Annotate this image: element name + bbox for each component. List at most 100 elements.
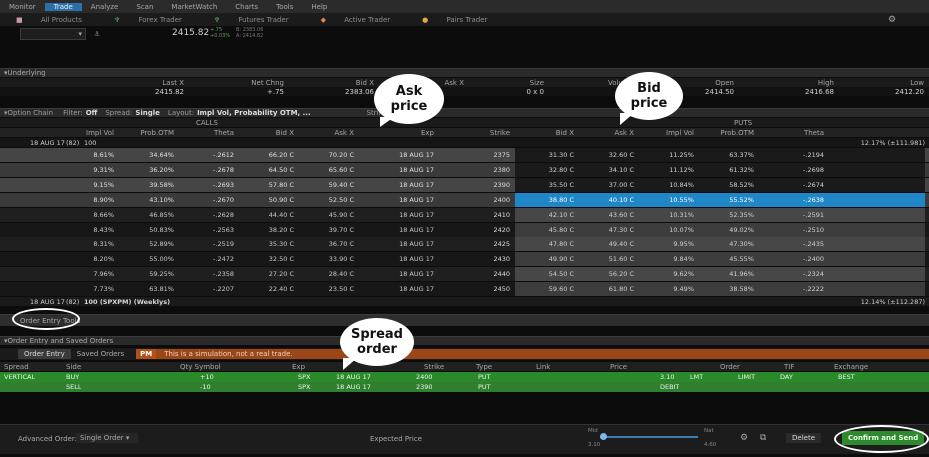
- order-cell-sym[interactable]: SPX: [298, 383, 311, 391]
- chain-col-header[interactable]: Theta: [180, 129, 234, 137]
- order-cell-qty[interactable]: -10: [200, 383, 211, 391]
- option-row[interactable]: 9.31% 36.20% -.2678 64.50 C 65.60 C 18 AUG 17…: [0, 162, 929, 177]
- gear-icon[interactable]: ⚙: [740, 433, 748, 443]
- order-cell-exchange[interactable]: BEST: [838, 373, 855, 381]
- call-cell-bid[interactable]: 38.20 C: [240, 226, 294, 234]
- menu-tools[interactable]: Tools: [267, 3, 302, 11]
- chain-col-header[interactable]: Theta: [770, 129, 824, 137]
- call-cell-ask[interactable]: 45.90 C: [300, 211, 354, 219]
- call-cell-bid[interactable]: 32.50 C: [240, 255, 294, 263]
- option-row[interactable]: 8.90% 43.10% -.2670 50.90 C 52.50 C 18 AUG 17…: [0, 192, 929, 207]
- chain-col-header[interactable]: Bid X: [520, 129, 574, 137]
- call-cell-bid[interactable]: 66.20 C: [240, 151, 294, 159]
- put-cell-pask[interactable]: 49.40 C: [580, 240, 634, 248]
- call-cell-bid[interactable]: 44.40 C: [240, 211, 294, 219]
- put-cell-pask[interactable]: 32.60 C: [580, 151, 634, 159]
- put-cell-pbid[interactable]: 31.30 C: [520, 151, 574, 159]
- order-cell-price[interactable]: 3.10: [660, 373, 674, 381]
- toolbar-all-products[interactable]: ■ All Products: [0, 16, 98, 24]
- put-cell-pask[interactable]: 56.20 C: [580, 270, 634, 278]
- chain-col-header[interactable]: Bid X: [240, 129, 294, 137]
- price-slider[interactable]: [600, 436, 698, 438]
- call-cell-bid[interactable]: 50.90 C: [240, 196, 294, 204]
- put-cell-pask[interactable]: 43.60 C: [580, 211, 634, 219]
- filter-value[interactable]: Off: [86, 109, 98, 117]
- chain-col-header[interactable]: Exp: [380, 129, 434, 137]
- menu-scan[interactable]: Scan: [127, 3, 162, 11]
- copy-icon[interactable]: ⧉: [760, 433, 766, 443]
- menu-analyze[interactable]: Analyze: [82, 3, 128, 11]
- chain-col-header[interactable]: Impl Vol: [60, 129, 114, 137]
- menu-trade[interactable]: Trade: [44, 2, 82, 11]
- toolbar-forex-trader[interactable]: ♆ Forex Trader: [98, 16, 198, 24]
- chain-col-header[interactable]: Prob.OTM: [120, 129, 174, 137]
- call-cell-ask[interactable]: 59.40 C: [300, 181, 354, 189]
- put-cell-pask[interactable]: 47.30 C: [580, 226, 634, 234]
- option-row[interactable]: 9.15% 39.58% -.2693 57.80 C 59.40 C 18 AUG 17…: [0, 177, 929, 192]
- call-cell-ask[interactable]: 52.50 C: [300, 196, 354, 204]
- menu-marketwatch[interactable]: MarketWatch: [162, 3, 226, 11]
- call-cell-ask[interactable]: 28.40 C: [300, 270, 354, 278]
- put-cell-pbid[interactable]: 45.80 C: [520, 226, 574, 234]
- order-cell-side[interactable]: BUY: [66, 373, 79, 381]
- option-row[interactable]: 8.66% 46.85% -.2628 44.40 C 45.90 C 18 AUG 17…: [0, 207, 929, 222]
- option-row[interactable]: 8.20% 55.00% -.2472 32.50 C 33.90 C 18 AUG 17…: [0, 252, 929, 267]
- menu-monitor[interactable]: Monitor: [0, 3, 45, 11]
- call-cell-ask[interactable]: 33.90 C: [300, 255, 354, 263]
- call-cell-ask[interactable]: 23.50 C: [300, 285, 354, 293]
- chain-col-header[interactable]: Ask X: [300, 129, 354, 137]
- chain-col-header[interactable]: Prob.OTM: [700, 129, 754, 137]
- call-cell-ask[interactable]: 70.20 C: [300, 151, 354, 159]
- chain-col-header[interactable]: Impl Vol: [640, 129, 694, 137]
- tab-order-entry[interactable]: Order Entry: [18, 349, 71, 359]
- link-icon[interactable]: ⚓: [94, 30, 100, 38]
- call-cell-bid[interactable]: 27.20 C: [240, 270, 294, 278]
- spread-value[interactable]: Single: [135, 109, 160, 117]
- menu-help[interactable]: Help: [302, 3, 336, 11]
- series-row-18aug[interactable]: 18 AUG 17 (82) 100 12.17% (±111.981): [0, 138, 929, 147]
- order-entry-tools-bar[interactable]: Order Entry Tools: [0, 314, 929, 326]
- option-row[interactable]: 7.73% 63.81% -.2207 22.40 C 23.50 C 18 AUG 17…: [0, 282, 929, 297]
- put-cell-pask[interactable]: 61.80 C: [580, 285, 634, 293]
- order-cell-exp[interactable]: 18 AUG 17: [336, 373, 371, 381]
- put-cell-pask[interactable]: 37.00 C: [580, 181, 634, 189]
- call-cell-ask[interactable]: 36.70 C: [300, 240, 354, 248]
- order-row[interactable]: VERTICAL BUY +10 SPX 18 AUG 17 2400 PUT 3.10 LMT…: [0, 372, 929, 382]
- order-cell-type[interactable]: PUT: [478, 373, 491, 381]
- underlying-header-bar[interactable]: ▾ Underlying: [0, 68, 929, 77]
- chain-col-header[interactable]: Ask X: [580, 129, 634, 137]
- put-cell-pbid[interactable]: 42.10 C: [520, 211, 574, 219]
- order-cell-spread[interactable]: VERTICAL: [4, 373, 35, 381]
- order-row[interactable]: SELL -10 SPX 18 AUG 17 2390 PUT DEBIT: [0, 382, 929, 392]
- put-cell-pask[interactable]: 51.60 C: [580, 255, 634, 263]
- chevron-down-icon[interactable]: ▾: [0, 109, 8, 117]
- put-cell-pbid[interactable]: 32.80 C: [520, 166, 574, 174]
- option-row[interactable]: 8.43% 50.83% -.2563 38.20 C 39.70 C 18 AUG 17…: [0, 222, 929, 237]
- order-cell-price[interactable]: DEBIT: [660, 383, 679, 391]
- order-cell-type[interactable]: PUT: [478, 383, 491, 391]
- delete-button[interactable]: Delete: [786, 433, 821, 443]
- call-cell-ask[interactable]: 65.60 C: [300, 166, 354, 174]
- series-row-weeklys[interactable]: 18 AUG 17 (82) 100 (SPXPM) (Weeklys) 12.…: [0, 297, 929, 306]
- menu-charts[interactable]: Charts: [226, 3, 267, 11]
- toolbar-active-trader[interactable]: ◆ Active Trader: [305, 16, 407, 24]
- toolbar-futures-trader[interactable]: ♆ Futures Trader: [198, 16, 305, 24]
- option-chain-header-bar[interactable]: ▾ Option Chain Filter: Off Spread: Singl…: [0, 108, 929, 117]
- order-cell-order[interactable]: LIMIT: [738, 373, 755, 381]
- put-cell-pbid[interactable]: 54.50 C: [520, 270, 574, 278]
- put-cell-pask[interactable]: 34.10 C: [580, 166, 634, 174]
- order-cell-side[interactable]: SELL: [66, 383, 81, 391]
- call-cell-bid[interactable]: 64.50 C: [240, 166, 294, 174]
- toolbar-pairs-trader[interactable]: ● Pairs Trader: [406, 16, 503, 24]
- order-cell-qty[interactable]: +10: [200, 373, 214, 381]
- order-cell-pricetype[interactable]: LMT: [690, 373, 703, 381]
- put-cell-pbid[interactable]: 35.50 C: [520, 181, 574, 189]
- option-row[interactable]: 8.31% 52.89% -.2519 35.30 C 36.70 C 18 AUG 17…: [0, 237, 929, 252]
- chevron-down-icon[interactable]: ▾: [0, 69, 8, 77]
- call-cell-ask[interactable]: 39.70 C: [300, 226, 354, 234]
- call-cell-bid[interactable]: 22.40 C: [240, 285, 294, 293]
- layout-value[interactable]: Impl Vol, Probability OTM, ...: [197, 109, 311, 117]
- order-cell-exp[interactable]: 18 AUG 17: [336, 383, 371, 391]
- tab-saved-orders[interactable]: Saved Orders: [71, 349, 130, 359]
- call-cell-bid[interactable]: 35.30 C: [240, 240, 294, 248]
